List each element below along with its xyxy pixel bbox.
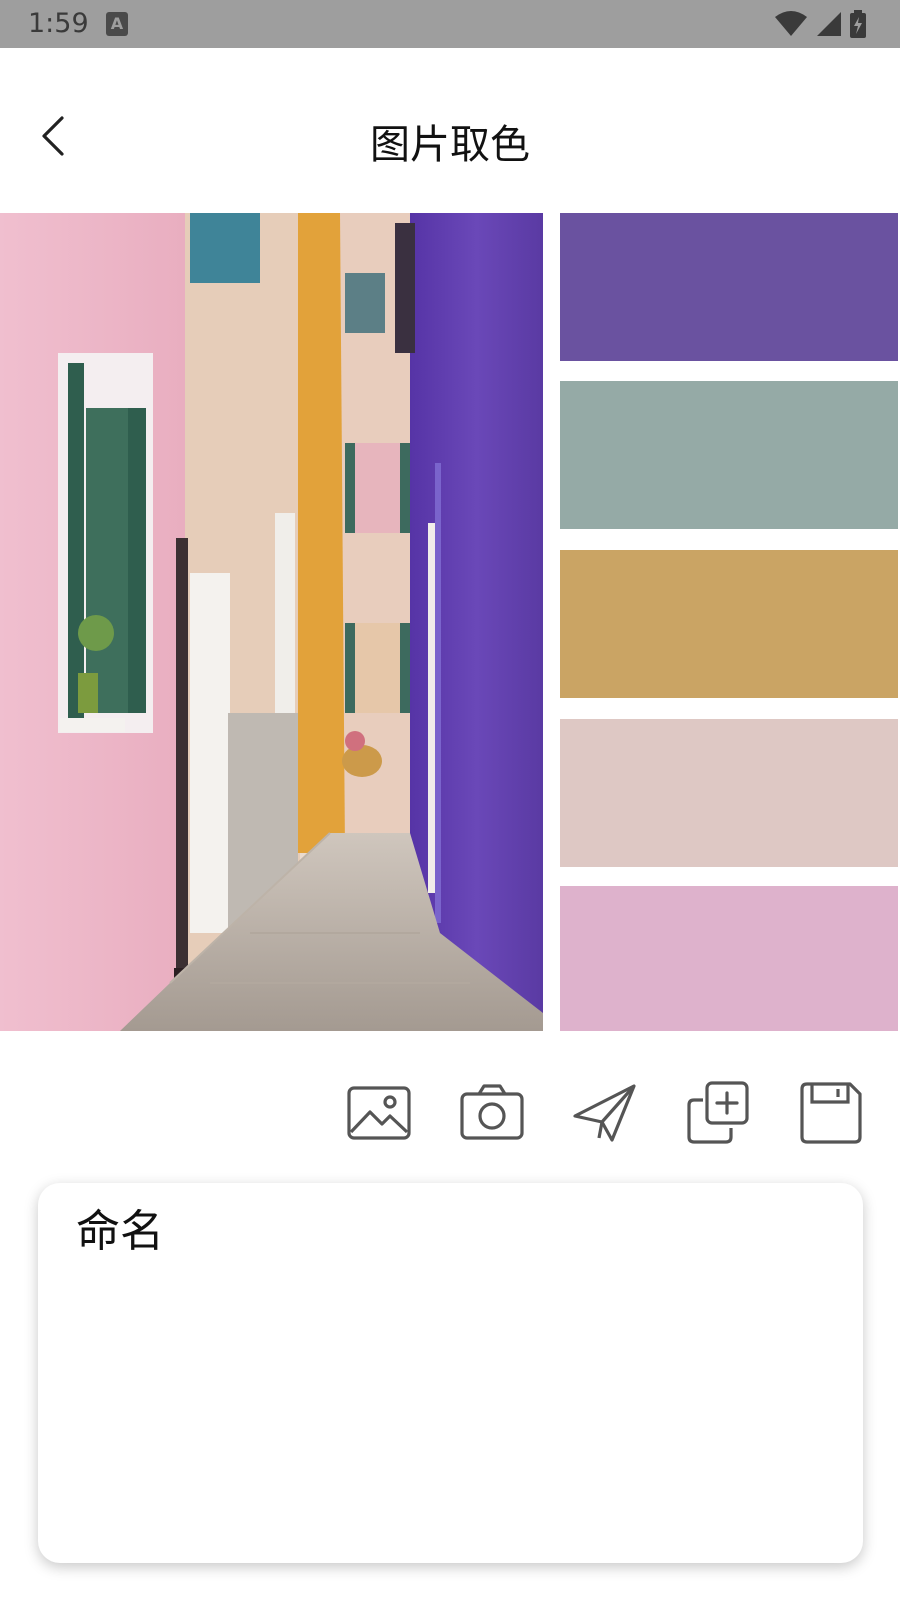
send-icon: [573, 1084, 636, 1142]
status-bar: 1:59 A: [0, 0, 900, 48]
color-swatch-2[interactable]: [560, 381, 898, 529]
save-icon: [800, 1082, 862, 1144]
share-button[interactable]: [572, 1080, 638, 1146]
alley-photo-illustration: [0, 213, 543, 1031]
duplicate-button[interactable]: [685, 1080, 751, 1146]
wifi-icon: [775, 11, 807, 36]
color-swatch-4[interactable]: [560, 719, 898, 867]
source-photo[interactable]: [0, 213, 543, 1031]
camera-button[interactable]: [459, 1080, 525, 1146]
camera-icon: [460, 1084, 524, 1140]
duplicate-add-icon: [687, 1081, 749, 1144]
status-icons: [774, 10, 866, 38]
color-palette: [560, 213, 898, 1031]
page-title: 图片取色: [370, 122, 530, 168]
gallery-button[interactable]: [346, 1080, 412, 1146]
save-button[interactable]: [798, 1080, 864, 1146]
name-card: [38, 1183, 863, 1563]
signal-icon: [817, 12, 841, 36]
image-icon: [347, 1086, 411, 1140]
battery-icon: [850, 10, 866, 38]
color-swatch-5[interactable]: [560, 886, 898, 1031]
color-swatch-1[interactable]: [560, 213, 898, 361]
name-input[interactable]: [76, 1201, 826, 1252]
status-time: 1:59: [28, 8, 89, 39]
notification-a-icon: A: [106, 12, 128, 36]
color-swatch-3[interactable]: [560, 550, 898, 698]
